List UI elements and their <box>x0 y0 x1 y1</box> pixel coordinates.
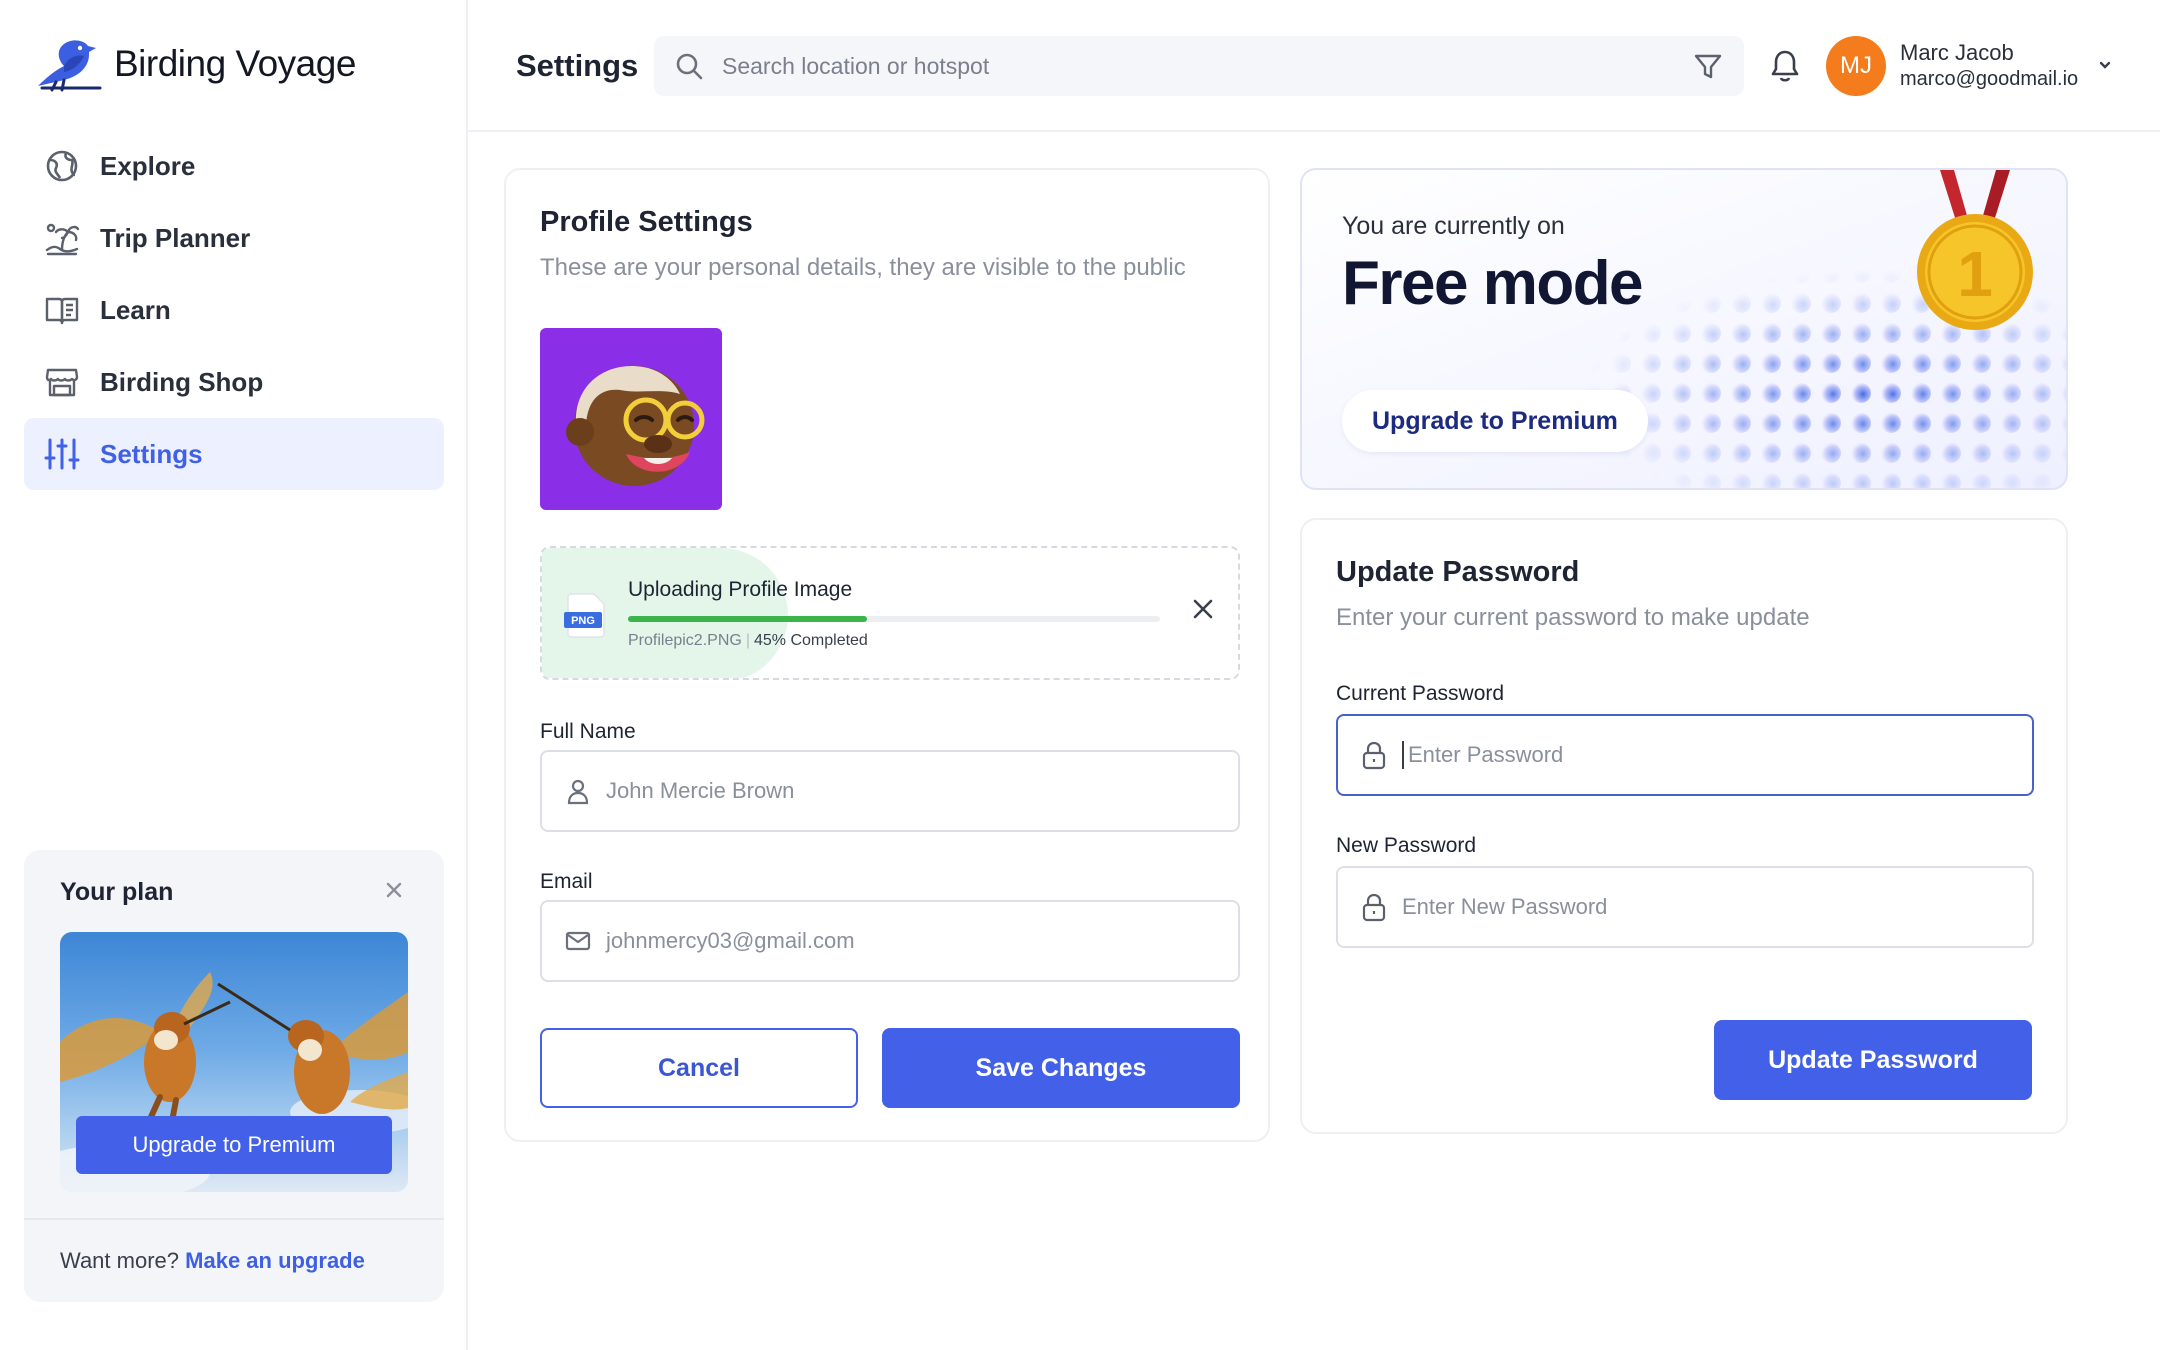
password-title: Update Password <box>1336 556 1580 588</box>
search-placeholder: Search location or hotspot <box>722 52 990 79</box>
close-icon[interactable] <box>1190 596 1216 622</box>
profile-settings-card: Profile Settings These are your personal… <box>504 168 1270 1142</box>
user-email: marco@goodmail.io <box>1900 68 2079 90</box>
sidebar-item-label: Birding Shop <box>100 366 264 397</box>
password-subtitle: Enter your current password to make upda… <box>1336 604 1810 631</box>
store-icon <box>45 368 79 397</box>
full-name-placeholder: John Mercie Brown <box>606 778 795 803</box>
plan-card: Your plan Upgrade to Premium Want more? … <box>24 850 444 1302</box>
chevron-down-icon[interactable] <box>2096 56 2114 74</box>
main-nav: Explore Trip Planner Learn Birding Shop … <box>24 130 444 490</box>
app-name: Birding Voyage <box>114 43 356 84</box>
sliders-icon <box>44 438 80 470</box>
close-icon[interactable] <box>380 876 408 904</box>
current-password-placeholder: Enter Password <box>1408 742 1564 767</box>
sidebar-item-label: Settings <box>100 438 203 469</box>
medal-icon: 1 <box>1917 170 2033 330</box>
save-button[interactable]: Save Changes <box>882 1028 1240 1108</box>
page-title: Settings <box>516 48 639 83</box>
sidebar-item-label: Trip Planner <box>100 222 251 253</box>
cancel-button[interactable]: Cancel <box>540 1028 858 1108</box>
lock-icon <box>1362 893 1386 922</box>
upload-percent: 45% Completed <box>753 632 868 649</box>
meta-separator: | <box>745 632 750 649</box>
update-password-button[interactable]: Update Password <box>1714 1020 2032 1100</box>
medal-number: 1 <box>1957 238 1993 310</box>
plan-upgrade-button[interactable]: Upgrade to Premium <box>76 1116 392 1174</box>
png-file-icon: PNG <box>564 593 605 638</box>
app-logo[interactable]: Birding Voyage <box>34 36 356 92</box>
lock-icon <box>1362 741 1386 770</box>
current-password-field[interactable]: Enter Password <box>1336 714 2034 796</box>
new-password-placeholder: Enter New Password <box>1402 894 1608 919</box>
avatar[interactable]: MJ <box>1826 36 1886 96</box>
sidebar-item-settings[interactable]: Settings <box>24 418 444 490</box>
new-password-label: New Password <box>1336 834 1477 857</box>
search-icon <box>676 53 703 80</box>
filter-icon[interactable] <box>1692 50 1724 82</box>
upload-meta: Profilepic2.PNG | 45% Completed <box>628 632 868 650</box>
hummingbirds-image: Upgrade to Premium <box>60 932 408 1192</box>
full-name-field[interactable]: John Mercie Brown <box>540 750 1240 832</box>
profile-picture[interactable] <box>540 328 722 510</box>
plan-mode-title: Free mode <box>1342 249 1644 318</box>
top-header: Settings Search location or hotspot MJ M… <box>468 0 2160 132</box>
sidebar-item-trip-planner[interactable]: Trip Planner <box>24 202 444 274</box>
progress-fill <box>628 616 868 622</box>
profile-avatar-illustration <box>566 366 705 486</box>
profile-title: Profile Settings <box>540 206 753 238</box>
email-field[interactable]: johnmercy03@gmail.com <box>540 900 1240 982</box>
upload-progress: PNG Uploading Profile Image Profilepic2.… <box>540 546 1240 680</box>
new-password-field[interactable]: Enter New Password <box>1336 866 2034 948</box>
text-caret <box>1402 741 1404 769</box>
full-name-label: Full Name <box>540 720 636 743</box>
sidebar-item-learn[interactable]: Learn <box>24 274 444 346</box>
sidebar: Birding Voyage Explore Trip Planner Lear… <box>0 0 468 1350</box>
sidebar-item-label: Learn <box>100 294 171 325</box>
email-placeholder: johnmercy03@gmail.com <box>606 928 855 953</box>
want-more-label: Want more? <box>60 1248 180 1273</box>
profile-subtitle: These are your personal details, they ar… <box>540 254 1186 281</box>
current-password-label: Current Password <box>1336 682 1505 705</box>
sidebar-item-birding-shop[interactable]: Birding Shop <box>24 346 444 418</box>
progress-bar <box>628 616 1160 622</box>
bird-logo-icon <box>38 40 102 92</box>
user-icon <box>567 779 589 805</box>
make-upgrade-link[interactable]: Make an upgrade <box>185 1248 365 1273</box>
mail-icon <box>565 931 591 951</box>
search-input[interactable]: Search location or hotspot <box>654 36 1744 96</box>
bell-icon[interactable] <box>1768 48 1802 84</box>
plan-more-text: Want more? Make an upgrade <box>60 1248 365 1274</box>
island-icon <box>45 223 80 256</box>
sidebar-item-explore[interactable]: Explore <box>24 130 444 202</box>
globe-icon <box>46 150 78 182</box>
png-badge: PNG <box>571 615 595 627</box>
plan-status-label: You are currently on <box>1342 212 1565 240</box>
user-name: Marc Jacob <box>1900 40 2014 65</box>
upgrade-premium-button[interactable]: Upgrade to Premium <box>1342 390 1648 452</box>
upload-title: Uploading Profile Image <box>628 578 853 601</box>
plan-title: Your plan <box>60 878 174 906</box>
divider <box>24 1218 444 1220</box>
email-label: Email <box>540 870 593 893</box>
free-mode-banner: You are currently on Free mode Upgrade t… <box>1300 168 2068 490</box>
upload-filename: Profilepic2.PNG <box>628 632 742 649</box>
update-password-card: Update Password Enter your current passw… <box>1300 518 2068 1134</box>
sidebar-item-label: Explore <box>100 150 196 181</box>
book-icon <box>45 297 79 325</box>
